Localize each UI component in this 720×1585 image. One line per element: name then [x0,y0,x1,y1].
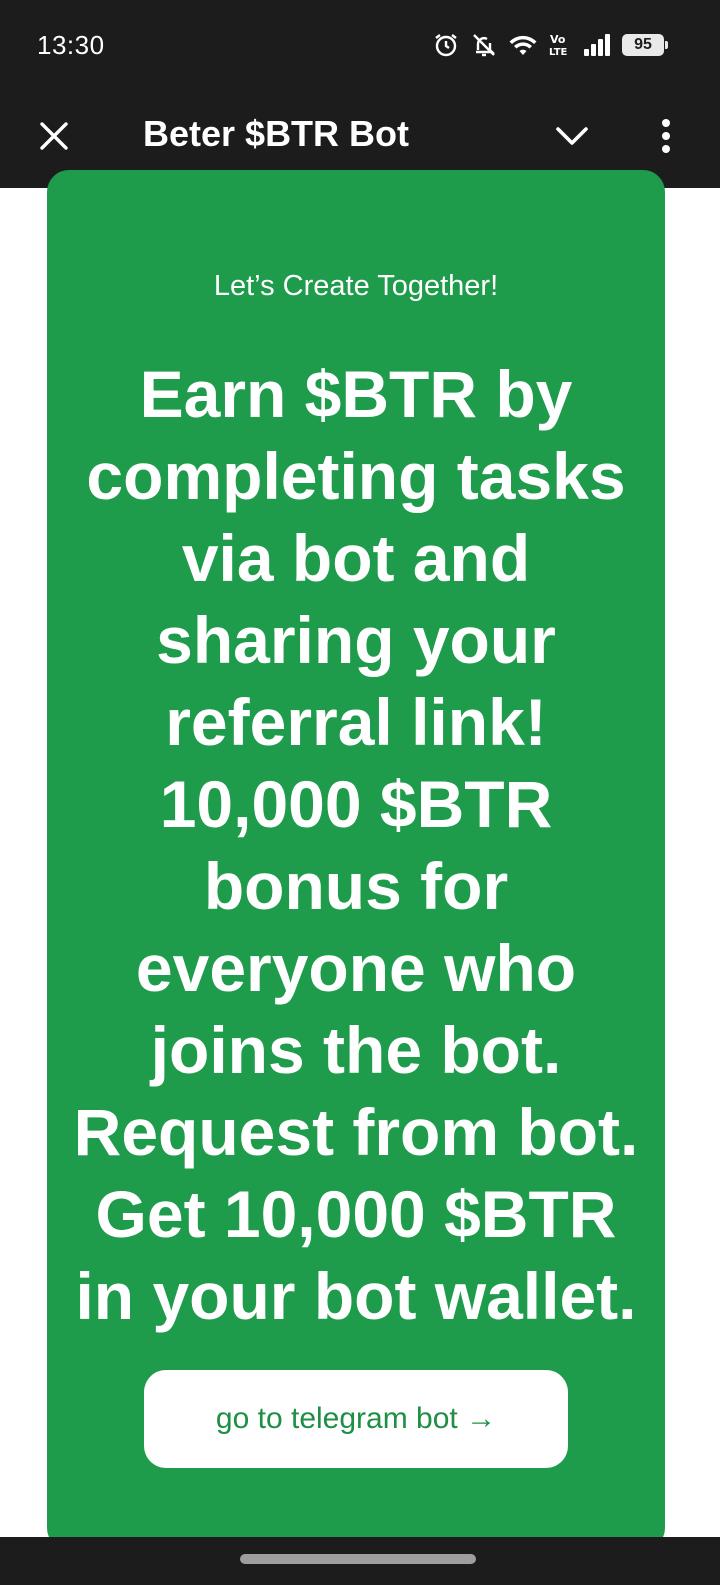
status-icons: Vo LTE 95 [432,30,668,60]
svg-text:LTE: LTE [549,47,568,58]
promo-card: Let’s Create Together! Earn $BTR by comp… [47,170,665,1550]
gesture-handle[interactable] [240,1554,476,1564]
go-to-telegram-bot-button[interactable]: go to telegram bot → [144,1370,568,1468]
svg-text:Vo: Vo [550,33,566,46]
signal-icon [582,32,612,58]
bot-title: Beter $BTR Bot [143,113,410,154]
status-time: 13:30 [37,30,105,60]
volte-icon: Vo LTE [548,31,572,59]
headline-line: Get 10,000 $BTR [95,1177,617,1251]
headline-line: referral link! [165,685,547,759]
wifi-icon [508,31,538,59]
battery-icon: 95 [622,34,668,56]
headline-line: joins the bot. [150,1013,562,1087]
headline-line: bonus for [203,849,509,923]
headline-line: via bot and [181,521,531,595]
bell-off-icon [470,31,498,59]
headline-line: sharing your [156,603,556,677]
alarm-icon [432,31,460,59]
headline-line: in your bot wallet. [75,1259,637,1333]
chevron-down-icon[interactable] [548,112,596,160]
close-icon[interactable] [30,112,78,160]
system-nav-bar [0,1537,720,1585]
more-vertical-icon[interactable] [648,112,684,160]
headline-line: Request from bot. [73,1095,639,1169]
headline-line: everyone who [135,931,577,1005]
promo-eyebrow: Let’s Create Together! [213,270,499,302]
headline-line: completing tasks [86,439,626,513]
status-bar: 13:30 Vo LTE 95 [0,0,720,92]
headline-line: 10,000 $BTR [159,767,553,841]
promo-headline: Earn $BTR by completing tasks via bot an… [47,353,665,1337]
headline-line: Earn $BTR by [139,357,573,431]
